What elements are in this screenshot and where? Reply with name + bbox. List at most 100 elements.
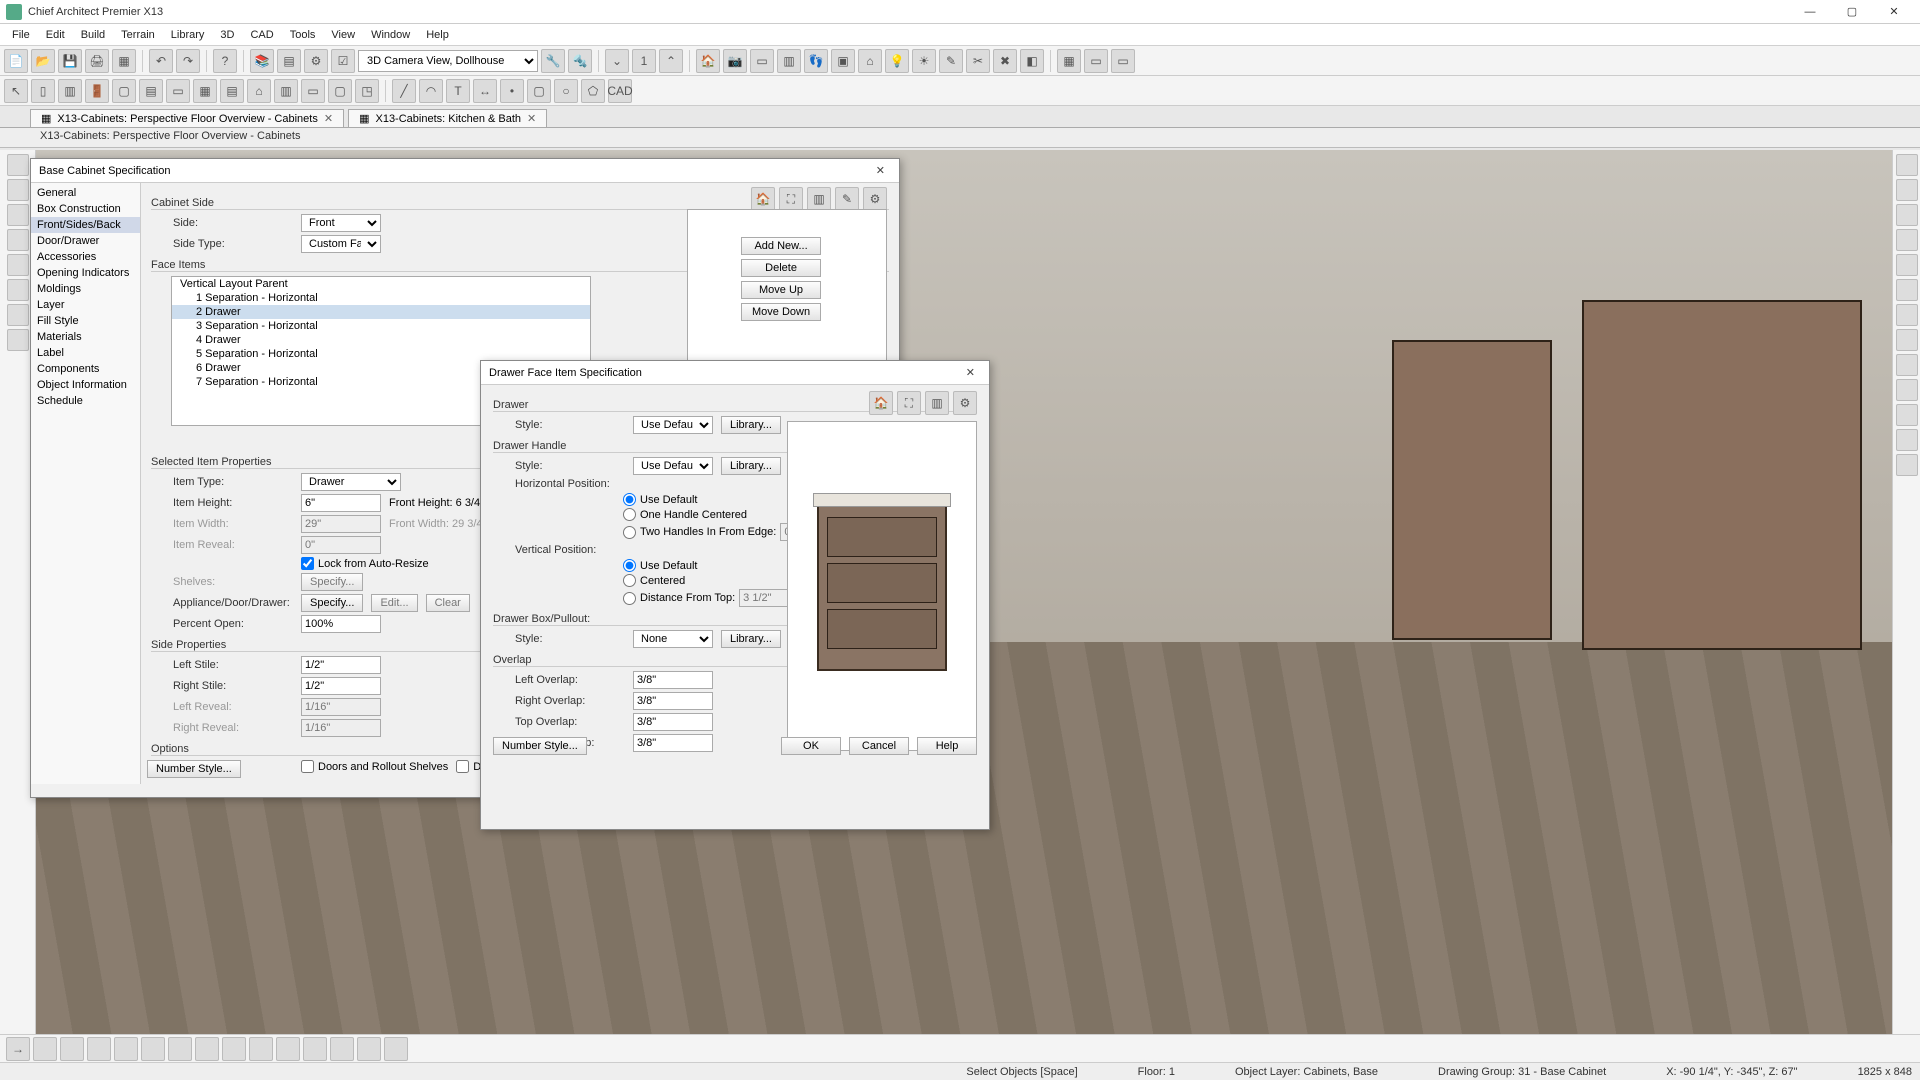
overview-icon[interactable]: 👣 xyxy=(804,49,828,73)
preview-opt-icon[interactable]: ⚙ xyxy=(953,391,977,415)
side-select[interactable]: Front xyxy=(301,214,381,232)
nav-door-drawer[interactable]: Door/Drawer xyxy=(31,233,140,249)
walkthrough-icon[interactable]: ▣ xyxy=(831,49,855,73)
nav-moldings[interactable]: Moldings xyxy=(31,281,140,297)
line-icon[interactable]: ╱ xyxy=(392,79,416,103)
nav-schedule[interactable]: Schedule xyxy=(31,393,140,409)
close-button[interactable]: ✕ xyxy=(1874,2,1914,22)
dim-icon[interactable]: ↔ xyxy=(473,79,497,103)
tool2-icon[interactable] xyxy=(7,179,29,201)
dialog-titlebar[interactable]: Base Cabinet Specification ✕ xyxy=(31,159,899,183)
bt12-icon[interactable] xyxy=(330,1037,354,1061)
preview-house-icon[interactable]: 🏠 xyxy=(869,391,893,415)
sun-icon[interactable]: ☀ xyxy=(912,49,936,73)
edit-view-icon[interactable]: 🔧 xyxy=(541,49,565,73)
dialog-close-icon[interactable]: ✕ xyxy=(870,164,891,177)
percent-open-input[interactable] xyxy=(301,615,381,633)
zoom-out-icon[interactable] xyxy=(1896,179,1918,201)
view-e-icon[interactable] xyxy=(1896,379,1918,401)
right-stile-input[interactable] xyxy=(301,677,381,695)
item-type-select[interactable]: Drawer xyxy=(301,473,401,491)
library-browser-icon[interactable]: 📚 xyxy=(250,49,274,73)
tree-item[interactable]: 3 Separation - Horizontal xyxy=(172,319,590,333)
drawer-style-select[interactable]: Use Default xyxy=(633,416,713,434)
hpos-two-edge-radio[interactable] xyxy=(623,526,636,539)
bt7-icon[interactable] xyxy=(195,1037,219,1061)
nav-object-info[interactable]: Object Information xyxy=(31,377,140,393)
cancel-button[interactable]: Cancel xyxy=(849,737,909,755)
roof-icon[interactable]: ⌂ xyxy=(247,79,271,103)
tab-kitchen[interactable]: ▦ X13-Cabinets: Kitchen & Bath ✕ xyxy=(348,109,547,127)
wall-icon[interactable]: ▯ xyxy=(31,79,55,103)
preview-opt-icon[interactable]: ⚙ xyxy=(863,187,887,211)
tree-item-selected[interactable]: 2 Drawer xyxy=(172,305,590,319)
appliance-specify-button[interactable]: Specify... xyxy=(301,594,363,612)
bt11-icon[interactable] xyxy=(303,1037,327,1061)
print-icon[interactable]: 🖨 xyxy=(85,49,109,73)
help-icon[interactable]: ? xyxy=(213,49,237,73)
pan-icon[interactable] xyxy=(1896,229,1918,251)
tile-icon[interactable]: ▦ xyxy=(1057,49,1081,73)
view-h-icon[interactable] xyxy=(1896,454,1918,476)
delete-button[interactable]: Delete xyxy=(741,259,821,277)
bt14-icon[interactable] xyxy=(384,1037,408,1061)
view-d-icon[interactable] xyxy=(1896,354,1918,376)
top-overlap-input[interactable] xyxy=(633,713,713,731)
layout-icon[interactable]: ▦ xyxy=(112,49,136,73)
vpos-default-radio[interactable] xyxy=(623,559,636,572)
preview-side-icon[interactable]: ▥ xyxy=(925,391,949,415)
drawers-checkbox[interactable] xyxy=(456,760,469,773)
point-icon[interactable]: • xyxy=(500,79,524,103)
number-style-button[interactable]: Number Style... xyxy=(493,737,587,755)
move-down-button[interactable]: Move Down xyxy=(741,303,821,321)
right-overlap-input[interactable] xyxy=(633,692,713,710)
menu-window[interactable]: Window xyxy=(363,27,418,43)
drawer-library-button[interactable]: Library... xyxy=(721,416,781,434)
select-icon[interactable]: ↖ xyxy=(4,79,28,103)
rect-icon[interactable]: ▢ xyxy=(527,79,551,103)
wrench-icon[interactable]: 🔩 xyxy=(568,49,592,73)
preview-expand-icon[interactable]: ⛶ xyxy=(897,391,921,415)
tool6-icon[interactable] xyxy=(7,279,29,301)
camera-view-select[interactable]: 3D Camera View, Dollhouse xyxy=(358,50,538,72)
nav-front-sides-back[interactable]: Front/Sides/Back xyxy=(31,217,140,233)
zoom-in-icon[interactable] xyxy=(1896,154,1918,176)
text-icon[interactable]: T xyxy=(446,79,470,103)
menu-edit[interactable]: Edit xyxy=(38,27,73,43)
nav-box-construction[interactable]: Box Construction xyxy=(31,201,140,217)
menu-file[interactable]: File xyxy=(4,27,38,43)
view-g-icon[interactable] xyxy=(1896,429,1918,451)
tool4-icon[interactable] xyxy=(7,229,29,251)
nav-label[interactable]: Label xyxy=(31,345,140,361)
vpos-centered-radio[interactable] xyxy=(623,574,636,587)
orbit-icon[interactable] xyxy=(1896,254,1918,276)
minimize-button[interactable]: — xyxy=(1790,2,1830,22)
box-icon[interactable]: ▢ xyxy=(328,79,352,103)
hpos-centered-radio[interactable] xyxy=(623,508,636,521)
menu-library[interactable]: Library xyxy=(163,27,213,43)
menu-tools[interactable]: Tools xyxy=(282,27,324,43)
box-library-button[interactable]: Library... xyxy=(721,630,781,648)
framing-icon[interactable]: ▥ xyxy=(274,79,298,103)
nav-components[interactable]: Components xyxy=(31,361,140,377)
nav-materials[interactable]: Materials xyxy=(31,329,140,345)
menu-help[interactable]: Help xyxy=(418,27,457,43)
tree-item[interactable]: 1 Separation - Horizontal xyxy=(172,291,590,305)
down-icon[interactable]: ⌄ xyxy=(605,49,629,73)
bt2-icon[interactable] xyxy=(60,1037,84,1061)
paint-icon[interactable]: ✂ xyxy=(966,49,990,73)
nav-fill-style[interactable]: Fill Style xyxy=(31,313,140,329)
tab-close-icon[interactable]: ✕ xyxy=(324,112,333,125)
view-b-icon[interactable] xyxy=(1896,304,1918,326)
menu-cad[interactable]: CAD xyxy=(242,27,281,43)
house-icon[interactable]: 🏠 xyxy=(696,49,720,73)
eyedrop-icon[interactable]: ✎ xyxy=(939,49,963,73)
dollhouse-icon[interactable]: ⌂ xyxy=(858,49,882,73)
handle-library-button[interactable]: Library... xyxy=(721,457,781,475)
bt1-icon[interactable] xyxy=(33,1037,57,1061)
tree-item[interactable]: 5 Separation - Horizontal xyxy=(172,347,590,361)
number-style-button[interactable]: Number Style... xyxy=(147,760,241,778)
stairs-icon[interactable]: ▤ xyxy=(220,79,244,103)
window-icon[interactable]: ▢ xyxy=(112,79,136,103)
add-new-button[interactable]: Add New... xyxy=(741,237,821,255)
